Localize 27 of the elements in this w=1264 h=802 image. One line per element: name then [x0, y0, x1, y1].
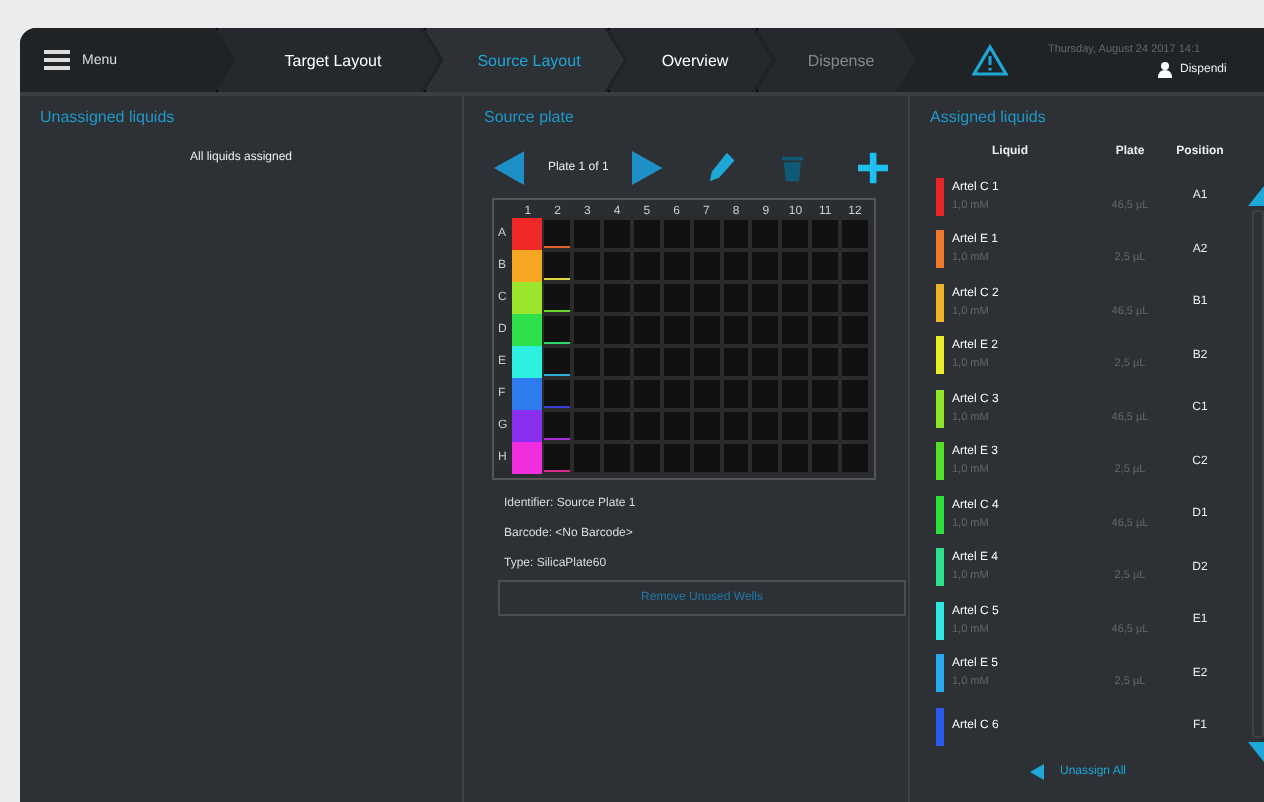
well[interactable]: [542, 346, 573, 378]
filled-well[interactable]: [512, 282, 543, 314]
panel-title: Unassigned liquids: [40, 108, 177, 126]
warning-icon[interactable]: [972, 44, 1008, 76]
tab[interactable]: Source Layout: [424, 28, 624, 92]
tab[interactable]: Target Layout: [216, 28, 440, 92]
well[interactable]: [542, 250, 573, 282]
scroll-up-icon[interactable]: [1248, 186, 1264, 206]
previous-icon[interactable]: [494, 150, 525, 186]
filled-well[interactable]: [512, 442, 543, 474]
left-arrow-icon: [1030, 764, 1044, 780]
panel-title: Source plate: [484, 108, 576, 126]
next-icon[interactable]: [632, 150, 663, 186]
tab[interactable]: Overview: [608, 28, 772, 92]
filled-well[interactable]: [512, 314, 543, 346]
filled-well[interactable]: [512, 250, 543, 282]
user-icon: [1158, 61, 1172, 77]
filled-well[interactable]: [512, 346, 543, 378]
trash-icon[interactable]: [782, 154, 804, 182]
well[interactable]: [542, 218, 573, 250]
well[interactable]: [542, 314, 573, 346]
scroll-down-icon[interactable]: [1248, 742, 1264, 762]
add-icon[interactable]: [857, 152, 889, 184]
pencil-icon[interactable]: [708, 152, 735, 184]
panel-title: Assigned liquids: [930, 108, 1048, 126]
menu-icon: [44, 50, 70, 70]
well[interactable]: [542, 282, 573, 314]
